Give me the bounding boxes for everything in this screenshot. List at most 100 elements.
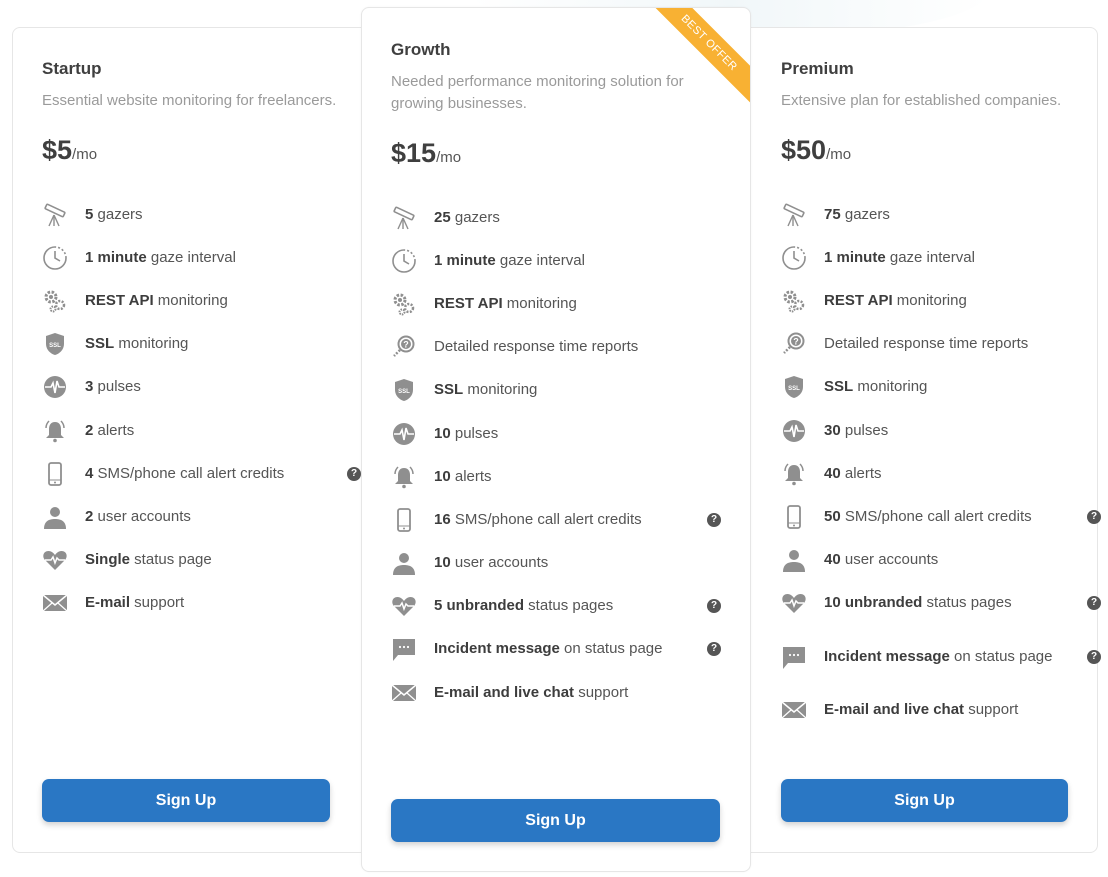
feature-description: pulses — [93, 378, 141, 396]
phone-icon — [391, 507, 417, 533]
feature-highlight: 10 — [434, 554, 451, 572]
feature-description: gazers — [840, 205, 890, 223]
feature-description: pulses — [840, 421, 889, 439]
feature-item: REST API monitoring — [391, 282, 721, 325]
feature-item: 2 user accounts — [42, 495, 352, 538]
feature-item: ? Detailed response time reports — [781, 323, 1071, 366]
help-question-icon[interactable]: ? — [347, 466, 361, 481]
feature-highlight: 16 — [434, 510, 451, 528]
feature-item: Single status page — [42, 539, 352, 582]
feature-highlight: Incident message — [434, 640, 560, 658]
feature-text: 16 SMS/phone call alert credits — [434, 509, 721, 531]
feature-item: 40 alerts — [781, 452, 1071, 495]
feature-text: 1 minute gaze interval — [824, 247, 1071, 269]
feature-highlight: 50 — [824, 507, 841, 525]
clock-icon — [42, 245, 68, 271]
svg-text:SSL: SSL — [398, 389, 410, 395]
feature-highlight: 10 unbranded — [824, 594, 923, 612]
plan-description: Essential website monitoring for freelan… — [42, 92, 337, 109]
price-period: /mo — [826, 146, 852, 163]
feature-text: REST API monitoring — [85, 290, 352, 312]
feature-highlight: SSL — [824, 378, 854, 396]
feature-text: E-mail and live chat support — [434, 682, 721, 704]
feature-text: SSL monitoring — [824, 376, 1071, 398]
feature-text: 10 unbranded status pages — [824, 592, 1071, 614]
ssl-shield-icon: SSL — [781, 374, 807, 400]
feature-list: 5 gazers 1 minute gaze interval REST API m… — [42, 193, 361, 625]
sign-up-button-premium[interactable]: Sign Up — [781, 779, 1068, 822]
feature-text: REST API monitoring — [824, 290, 1071, 312]
feature-description: gaze interval — [885, 248, 975, 266]
feature-description: monitoring — [463, 381, 538, 399]
feature-item: 25 gazers — [391, 196, 721, 239]
feature-item: Incident message on status page? — [391, 628, 721, 671]
feature-description: user accounts — [93, 507, 191, 525]
user-icon — [391, 550, 417, 576]
feature-text: 25 gazers — [434, 207, 721, 229]
feature-description: SMS/phone call alert credits — [840, 507, 1032, 525]
gears-icon — [781, 288, 807, 314]
envelope-icon — [42, 590, 68, 616]
heart-pulse-icon — [42, 547, 68, 573]
feature-text: 2 user accounts — [85, 506, 352, 528]
feature-description: on status page — [559, 640, 663, 658]
user-icon — [781, 547, 807, 573]
feature-description: Detailed response time reports — [824, 335, 1029, 353]
feature-highlight: E-mail — [85, 594, 131, 612]
help-question-icon[interactable]: ? — [1087, 509, 1101, 524]
feature-highlight: 25 — [434, 208, 451, 226]
plan-price: $15/mo — [391, 138, 721, 173]
feature-description: status page — [130, 551, 212, 569]
feature-description: support — [130, 594, 185, 612]
feature-text: Single status page — [85, 549, 352, 571]
feature-highlight: Single — [85, 551, 131, 569]
feature-description: support — [964, 701, 1019, 719]
heart-pulse-icon — [781, 590, 807, 616]
feature-highlight: SSL — [434, 381, 464, 399]
feature-item: ? Detailed response time reports — [391, 326, 721, 369]
help-question-icon[interactable]: ? — [1087, 649, 1101, 664]
feature-text: 10 user accounts — [434, 552, 721, 574]
magnifier-question-icon: ? — [781, 331, 807, 357]
feature-description: monitoring — [892, 291, 967, 309]
help-question-icon[interactable]: ? — [707, 512, 721, 527]
svg-text:SSL: SSL — [49, 343, 61, 349]
plan-name: Startup — [42, 59, 102, 78]
feature-text: E-mail support — [85, 592, 352, 614]
chat-icon — [391, 636, 417, 662]
heart-pulse-icon — [391, 593, 417, 619]
price-amount: $50 — [781, 135, 827, 165]
feature-description: gazers — [93, 205, 143, 223]
feature-item: 40 user accounts — [781, 539, 1071, 582]
feature-text: Detailed response time reports — [434, 336, 721, 358]
user-icon — [42, 504, 68, 530]
telescope-icon — [42, 202, 68, 228]
help-question-icon[interactable]: ? — [1087, 596, 1101, 611]
sign-up-button-growth[interactable]: Sign Up — [391, 799, 720, 842]
feature-highlight: 1 minute — [434, 251, 496, 269]
feature-highlight: 40 — [824, 551, 841, 569]
feature-item: REST API monitoring — [781, 279, 1071, 322]
feature-description: monitoring — [114, 335, 189, 353]
plan-name: Growth — [391, 40, 451, 59]
feature-text: Incident message on status page — [824, 646, 1071, 668]
feature-highlight: E-mail and live chat — [824, 701, 965, 719]
feature-item: 16 SMS/phone call alert credits? — [391, 498, 721, 541]
magnifier-question-icon: ? — [391, 334, 417, 360]
feature-item: 10 user accounts — [391, 542, 721, 585]
svg-text:?: ? — [793, 337, 799, 347]
pulse-icon — [391, 421, 417, 447]
feature-highlight: 1 minute — [824, 248, 886, 266]
plan-description: Needed performance monitoring solution f… — [391, 73, 684, 112]
feature-text: SSL monitoring — [434, 379, 721, 401]
feature-text: Detailed response time reports — [824, 333, 1071, 355]
feature-description: monitoring — [502, 294, 577, 312]
feature-text: 50 SMS/phone call alert credits — [824, 506, 1071, 528]
sign-up-button-startup[interactable]: Sign Up — [42, 779, 330, 822]
feature-item: Incident message on status page? — [781, 625, 1101, 689]
feature-item: REST API monitoring — [42, 279, 352, 322]
price-period: /mo — [72, 146, 98, 163]
feature-highlight: Incident message — [824, 647, 950, 665]
feature-highlight: 5 unbranded — [434, 597, 525, 615]
feature-description: gaze interval — [495, 251, 585, 269]
